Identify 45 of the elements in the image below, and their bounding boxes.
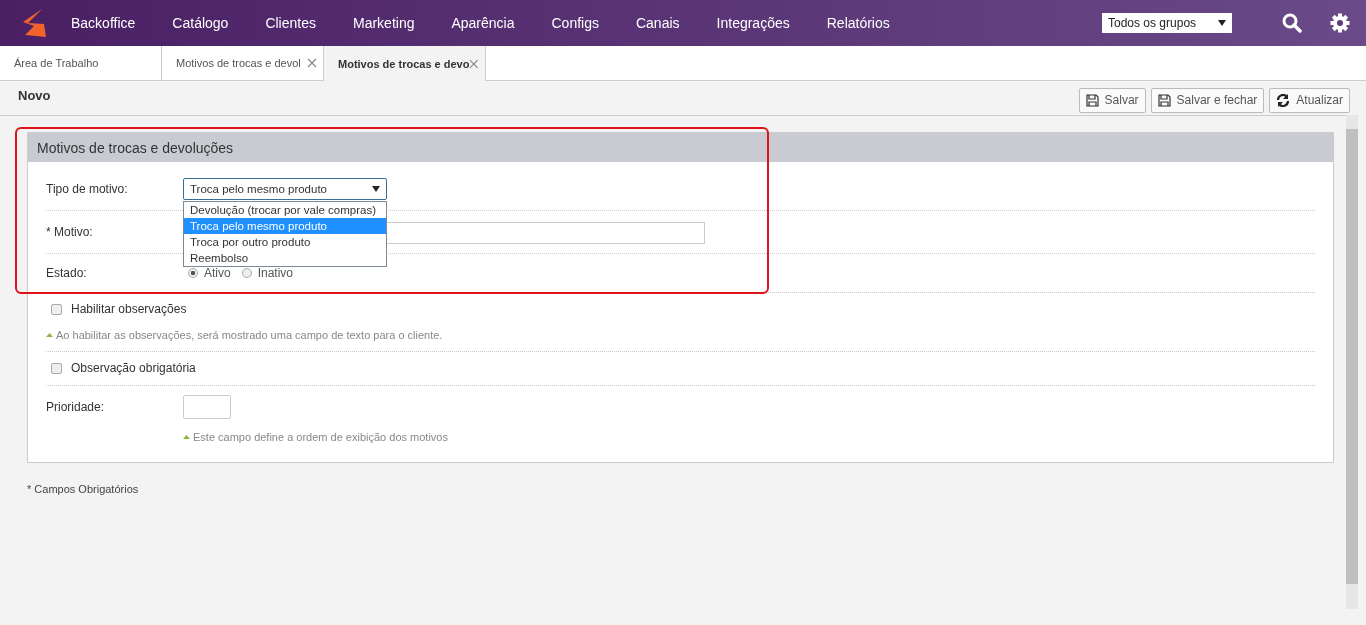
hint-text: Ao habilitar as observações, será mostrado uma campo de texto para o cliente. <box>56 329 443 341</box>
nav-item[interactable]: Marketing <box>353 15 415 31</box>
nav-item[interactable]: Configs <box>551 15 599 31</box>
close-icon[interactable] <box>469 58 479 69</box>
tab[interactable]: Área de Trabalho <box>0 46 162 80</box>
close-icon[interactable] <box>307 58 317 68</box>
toolbar-button[interactable]: Atualizar <box>1269 87 1350 113</box>
nav-item[interactable]: Backoffice <box>71 15 136 31</box>
group-select[interactable]: Todos os grupos <box>1102 13 1232 33</box>
reason-type-select[interactable]: Troca pelo mesmo produto <box>183 178 387 200</box>
field-label: * Motivo: <box>46 225 94 239</box>
checkbox-option[interactable]: Observação obrigatória <box>51 361 1315 375</box>
footnote: * Campos Obrigatórios <box>27 483 140 495</box>
dropdown-option[interactable]: Devolução (trocar por vale compras) <box>184 202 386 218</box>
scrollbar[interactable] <box>1346 115 1358 609</box>
nav-item[interactable]: Relatórios <box>826 15 890 31</box>
nav-item[interactable]: Catálogo <box>172 15 229 31</box>
field-label: Tipo de motivo: <box>46 182 129 196</box>
priority-input[interactable] <box>183 395 231 419</box>
caret-icon <box>372 186 380 192</box>
search-icon[interactable] <box>1282 13 1302 33</box>
settings-icon[interactable] <box>1330 13 1350 33</box>
nav-item[interactable]: Integrações <box>716 15 790 31</box>
hint-text: Este campo define a ordem de exibição dos motivos <box>193 431 448 443</box>
field-label: Estado: <box>46 266 88 280</box>
nav-item[interactable]: Clientes <box>265 15 316 31</box>
page-title: Novo <box>18 87 51 103</box>
caret-icon <box>1218 20 1226 26</box>
nav-item[interactable]: Aparência <box>451 15 515 31</box>
refresh-icon <box>1276 93 1291 107</box>
status-radio[interactable]: Inativo <box>241 266 294 280</box>
panel-title: Motivos de trocas e devoluções <box>37 139 234 156</box>
field-label: Prioridade: <box>46 399 106 414</box>
dropdown-option[interactable]: Reembolso <box>184 250 386 266</box>
checkbox-option[interactable]: Habilitar observações <box>51 302 1315 316</box>
dropdown-option[interactable]: Troca por outro produto <box>184 234 386 250</box>
tab[interactable]: Motivos de trocas e devo <box>324 46 486 81</box>
save-icon <box>1157 93 1171 107</box>
toolbar-button[interactable]: Salvar <box>1078 87 1146 113</box>
triangle-icon <box>46 333 53 337</box>
status-radio[interactable]: Ativo <box>188 266 231 280</box>
toolbar-button[interactable]: Salvar e fechar <box>1150 87 1265 113</box>
nav-item[interactable]: Canais <box>635 15 680 31</box>
triangle-icon <box>183 435 190 439</box>
save-icon <box>1085 93 1099 107</box>
